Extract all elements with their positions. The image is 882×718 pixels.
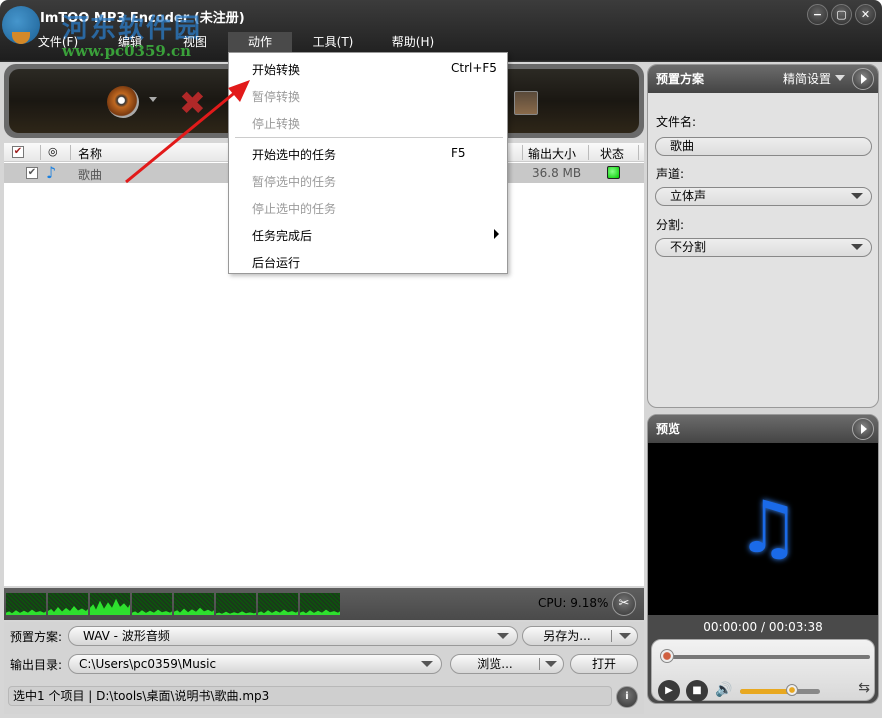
wave-meter-cell — [216, 593, 256, 615]
output-dir-value: C:\Users\pc0359\Music — [79, 657, 217, 671]
wave-meter-cell — [90, 593, 130, 615]
close-button[interactable]: ✕ — [855, 4, 876, 25]
split-value: 不分割 — [670, 240, 707, 254]
wave-meter-cell — [258, 593, 298, 615]
chevron-down-icon — [851, 244, 863, 250]
tools-icon[interactable]: ✂ — [612, 592, 636, 616]
music-file-icon: ♪ — [46, 163, 57, 182]
wave-meter-cell — [6, 593, 46, 615]
info-icon[interactable]: i — [616, 686, 638, 708]
preview-screen: ♫ — [648, 443, 878, 615]
wave-meter-cell — [300, 593, 340, 615]
save-as-label: 另存为... — [543, 629, 591, 643]
preset-panel: 预置方案 精简设置 文件名: 歌曲 声道: 立体声 分割: 不分割 — [647, 64, 879, 408]
bottom-controls: 预置方案: WAV - 波形音频 另存为... 输出目录: C:\Users\p… — [4, 622, 644, 714]
play-button[interactable]: ▶ — [658, 680, 680, 702]
save-as-dropdown-icon[interactable] — [619, 633, 631, 639]
split-label: 分割: — [656, 218, 685, 232]
chevron-down-icon — [851, 193, 863, 199]
maximize-button[interactable]: ▢ — [831, 4, 852, 25]
output-dir-label: 输出目录: — [10, 658, 63, 672]
settings-mode-select[interactable]: 精简设置 — [783, 70, 831, 87]
preset-label: 预置方案: — [10, 630, 63, 644]
seek-slider[interactable] — [666, 655, 870, 659]
channel-value: 立体声 — [670, 189, 707, 203]
stop-icon[interactable]: ■ — [686, 680, 708, 702]
row-checkbox[interactable]: ✔ — [26, 167, 38, 179]
column-output-size[interactable]: 输出大小 — [528, 145, 576, 162]
status-text: 选中1 个项目 | D:\tools\桌面\说明书\歌曲.mp3 — [8, 686, 612, 706]
chevron-down-icon — [421, 661, 433, 667]
filename-input[interactable]: 歌曲 — [655, 137, 872, 156]
app-window: ImTOO MP3 Encoder (未注册) 河东软件园 − ▢ ✕ 文件(F… — [0, 0, 882, 718]
right-panel: 预置方案 精简设置 文件名: 歌曲 声道: 立体声 分割: 不分割 预览 ♫ 0… — [647, 64, 879, 714]
shortcut-label: F5 — [451, 146, 466, 160]
browse-dropdown-icon[interactable] — [545, 661, 557, 667]
menu-start-convert[interactable]: 开始转换 — [252, 61, 300, 78]
player-controls: ▶ ■ 🔊 ⇆ — [651, 639, 875, 702]
volume-icon[interactable]: 🔊 — [715, 682, 732, 698]
annotation-arrow-icon — [125, 80, 250, 184]
shortcut-label: Ctrl+F5 — [451, 61, 497, 75]
wave-meter-cell — [132, 593, 172, 615]
save-as-button[interactable]: 另存为... — [522, 626, 638, 646]
status-indicator-icon — [607, 166, 620, 179]
row-name: 歌曲 — [78, 168, 103, 182]
disc-column-icon: ◎ — [48, 145, 58, 158]
seek-handle[interactable] — [660, 649, 674, 663]
row-output-size: 36.8 MB — [532, 166, 582, 180]
column-status[interactable]: 状态 — [600, 145, 624, 162]
open-button[interactable]: 打开 — [570, 654, 638, 674]
menu-run-background[interactable]: 后台运行 — [252, 254, 300, 271]
menu-stop-selected[interactable]: 停止选中的任务 — [252, 200, 336, 217]
filename-label: 文件名: — [656, 115, 697, 129]
minimize-button[interactable]: − — [807, 4, 828, 25]
time-display: 00:00:00 / 00:03:38 — [648, 615, 878, 639]
browse-button[interactable]: 浏览... — [450, 654, 564, 674]
chevron-down-icon[interactable] — [835, 75, 845, 81]
menu-start-selected[interactable]: 开始选中的任务 — [252, 146, 336, 163]
submenu-arrow-icon — [494, 229, 499, 239]
preview-panel: 预览 ♫ 00:00:00 / 00:03:38 ▶ ■ 🔊 ⇆ — [647, 414, 879, 704]
wave-bar: CPU: 9.18% ✂ — [4, 588, 644, 620]
menu-pause-selected[interactable]: 暂停选中的任务 — [252, 173, 336, 190]
expand-arrow-icon[interactable] — [852, 68, 874, 90]
menu-after-complete[interactable]: 任务完成后 — [252, 227, 312, 244]
browse-label: 浏览... — [477, 657, 513, 671]
menu-tools[interactable]: 工具(T) — [306, 32, 360, 52]
split-select[interactable]: 不分割 — [655, 238, 872, 257]
preset-select[interactable]: WAV - 波形音频 — [68, 626, 518, 646]
channel-label: 声道: — [656, 167, 685, 181]
wave-meter-cell — [48, 593, 88, 615]
next-arrow-icon[interactable] — [852, 418, 874, 440]
output-dir-select[interactable]: C:\Users\pc0359\Music — [68, 654, 442, 674]
stop-button[interactable] — [514, 91, 538, 115]
snapshot-icon[interactable]: ⇆ — [858, 680, 870, 696]
title-bar: ImTOO MP3 Encoder (未注册) 河东软件园 − ▢ ✕ — [0, 0, 882, 44]
preset-panel-title: 预置方案 — [656, 72, 705, 86]
wave-meter-cell — [174, 593, 214, 615]
music-note-icon: ♫ — [736, 485, 801, 569]
menu-help[interactable]: 帮助(H) — [384, 32, 442, 52]
column-name[interactable]: 名称 — [78, 145, 102, 162]
menu-separator — [235, 137, 503, 138]
watermark-url: www.pc0359.cn — [62, 42, 192, 60]
action-menu: 开始转换 Ctrl+F5 暂停转换 停止转换 开始选中的任务 F5 暂停选中的任… — [228, 52, 508, 274]
preview-title: 预览 — [656, 422, 681, 436]
volume-handle[interactable] — [786, 684, 798, 696]
menu-action[interactable]: 动作 — [228, 32, 292, 52]
channel-select[interactable]: 立体声 — [655, 187, 872, 206]
preset-value: WAV - 波形音频 — [83, 629, 170, 643]
select-all-checkbox[interactable]: ✔ — [12, 146, 24, 158]
cpu-usage: CPU: 9.18% — [538, 596, 609, 610]
volume-slider[interactable] — [740, 689, 820, 694]
chevron-down-icon — [497, 633, 509, 639]
